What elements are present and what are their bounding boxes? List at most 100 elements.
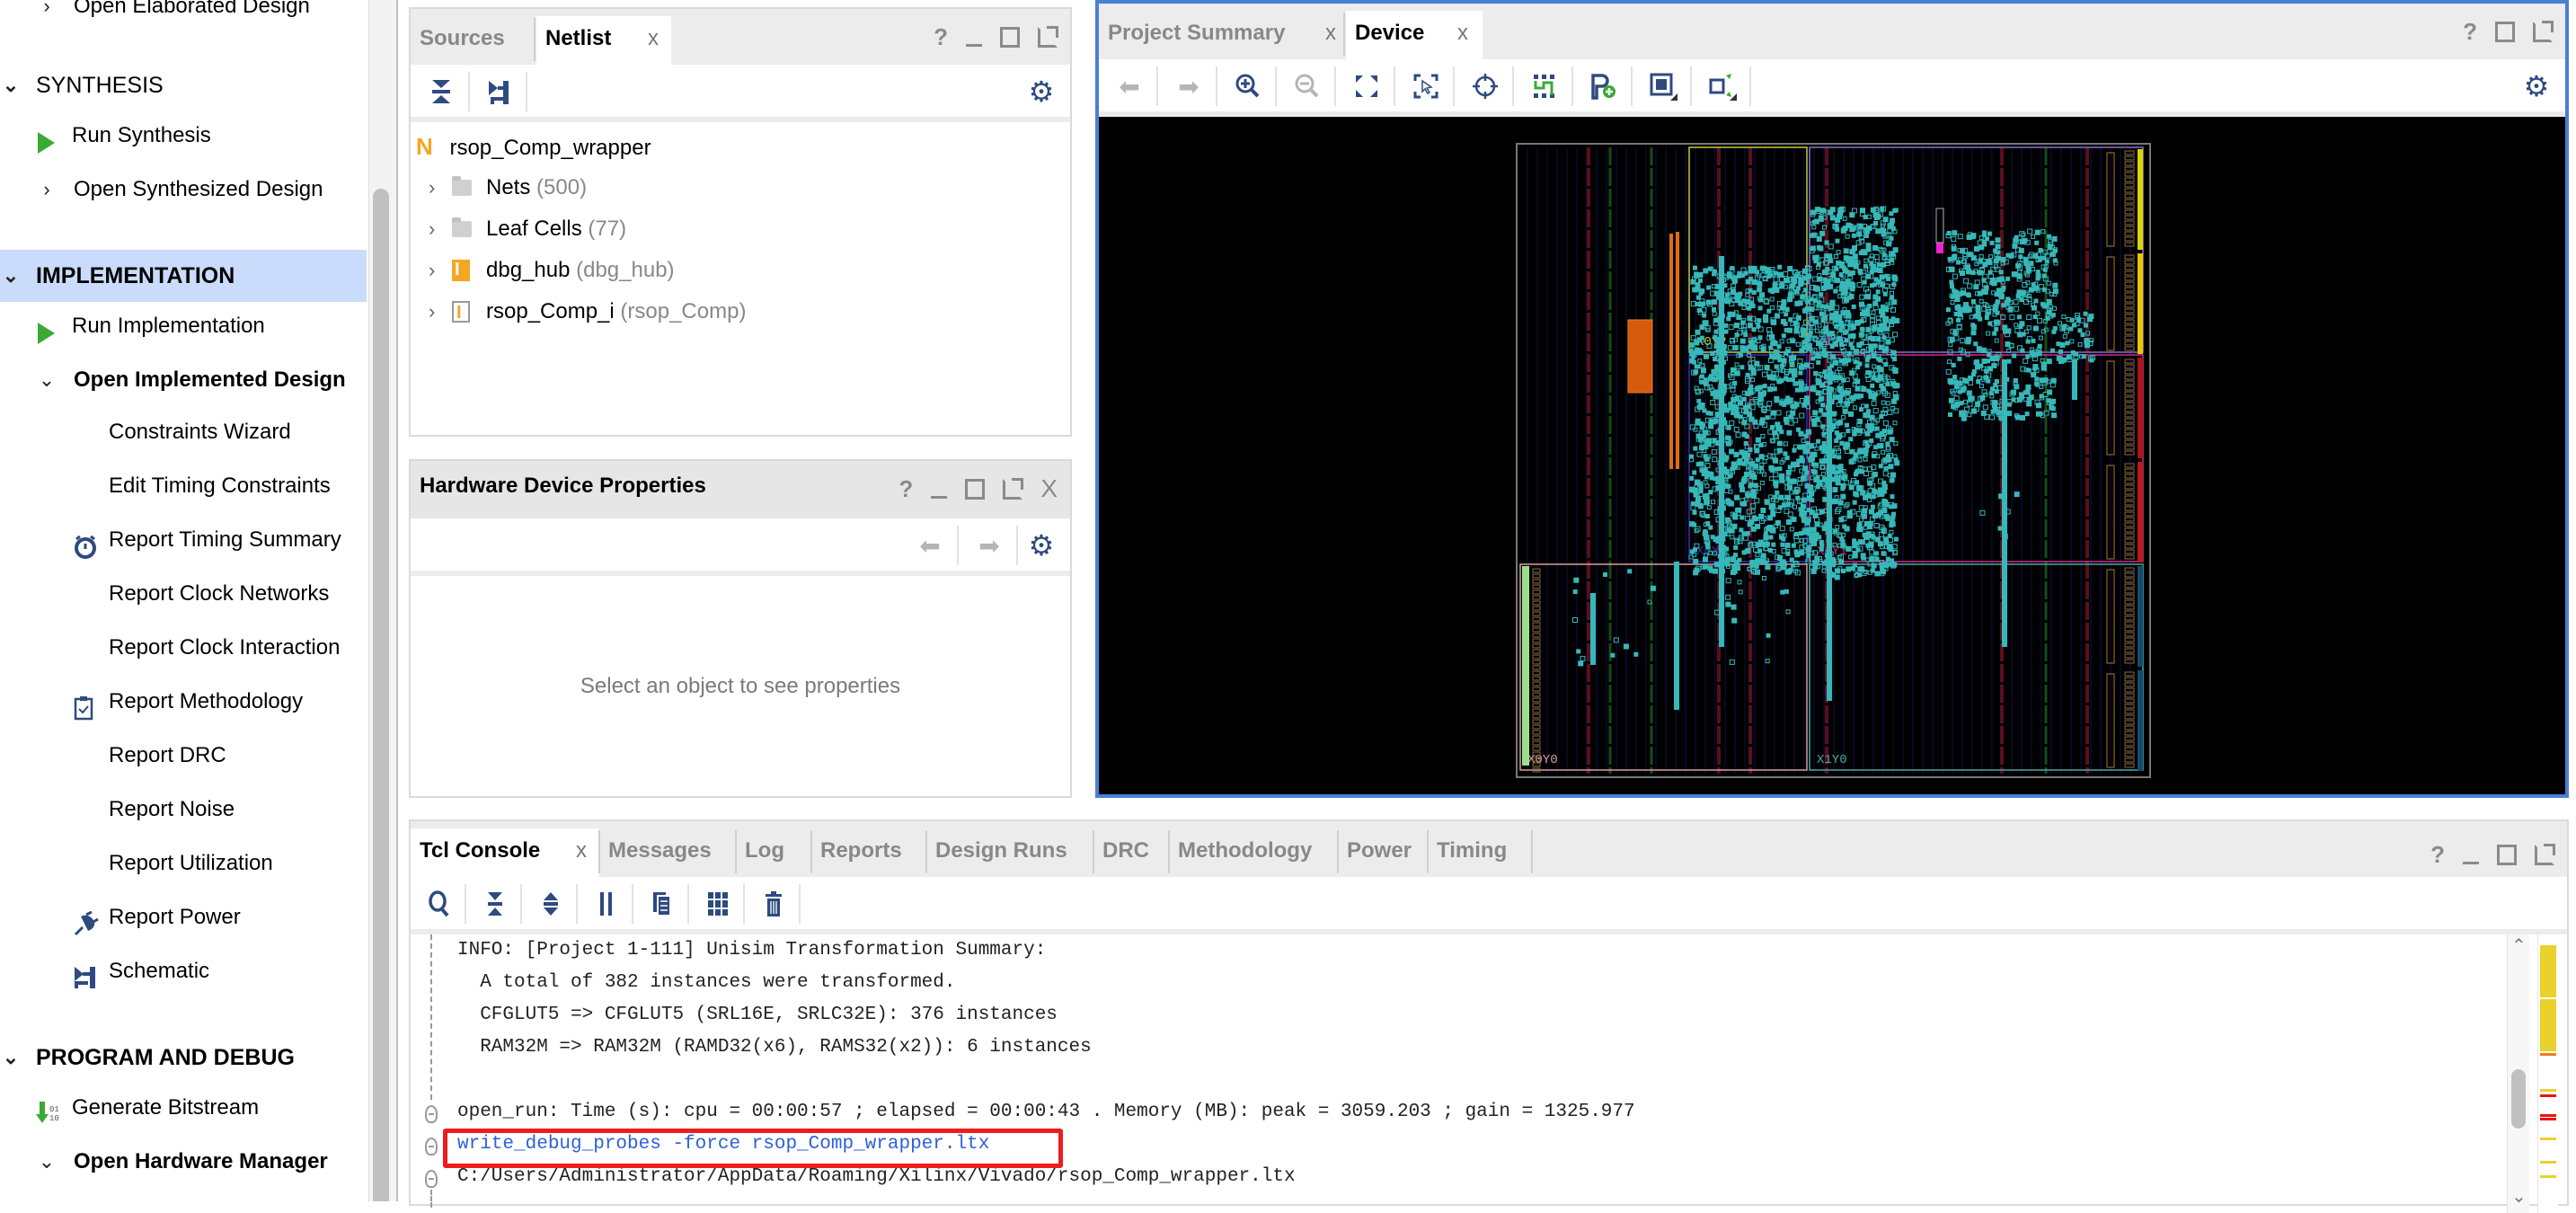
ruler-mark-warning[interactable]	[2540, 945, 2556, 997]
create-pblock-button[interactable]	[1586, 68, 1622, 104]
zoom-selected-button[interactable]	[1408, 68, 1444, 104]
chevron-down-icon[interactable]: ⌄	[38, 354, 56, 406]
expand-all-button[interactable]	[533, 886, 569, 922]
device-floorplan[interactable]: X0Y2X1Y2X0Y1X1Y1X0Y0X1Y0	[1099, 117, 2565, 798]
tab-project-summary[interactable]: Project Summary x	[1099, 11, 1343, 59]
flow-nav-item-open-elaborated-design[interactable]: › Open Elaborated Design	[0, 0, 367, 32]
ruler-mark-warning[interactable]	[2540, 1138, 2556, 1140]
tab-netlist[interactable]: Netlist x	[536, 16, 671, 65]
ruler-mark-warning[interactable]	[2540, 1089, 2556, 1092]
tree-row-dbg-hub[interactable]: › dbg_hub (dbg_hub)	[429, 249, 968, 291]
expand-icon[interactable]: ›	[429, 291, 435, 332]
float-icon[interactable]	[2533, 20, 2554, 42]
flow-nav-item-run-synthesis[interactable]: Run Synthesis	[0, 110, 367, 162]
tab-design-runs[interactable]: Design Runs	[926, 828, 1093, 877]
copy-button[interactable]	[644, 886, 680, 922]
help-icon[interactable]: ?	[2463, 18, 2477, 46]
flow-nav-item-run-implementation[interactable]: Run Implementation	[0, 300, 367, 352]
tab-reports[interactable]: Reports	[811, 828, 926, 877]
forward-button[interactable]: ➡	[971, 527, 1007, 563]
maximize-icon[interactable]	[965, 478, 986, 500]
help-icon[interactable]: ?	[899, 475, 913, 503]
flow-nav-item-report-noise[interactable]: Report Noise	[0, 784, 367, 836]
message-overview-ruler[interactable]	[2537, 934, 2558, 1213]
chevron-down-icon[interactable]: ⌄	[2, 250, 20, 302]
close-icon[interactable]: X	[1040, 474, 1058, 503]
routing-resources-button[interactable]	[1527, 68, 1562, 104]
tab-log[interactable]: Log	[736, 828, 811, 877]
flow-nav-item-generate-bitstream[interactable]: 01 10 Generate Bitstream	[0, 1082, 367, 1134]
maximize-icon[interactable]	[2495, 21, 2515, 42]
flow-nav-item-report-methodology[interactable]: Report Methodology	[0, 676, 367, 728]
maximize-icon[interactable]	[2497, 844, 2517, 865]
ruler-mark-warning[interactable]	[2540, 1175, 2556, 1178]
flow-nav-item-program-and-debug[interactable]: ⌄ PROGRAM AND DEBUG	[0, 1031, 367, 1084]
settings-button[interactable]: ⚙	[1023, 527, 1059, 563]
chevron-right-icon[interactable]: ›	[38, 164, 56, 216]
flow-nav-item-synthesis[interactable]: ⌄ SYNTHESIS	[0, 59, 367, 111]
help-icon[interactable]: ?	[934, 23, 948, 51]
flow-nav-item-open-implemented-design[interactable]: ⌄ Open Implemented Design	[0, 354, 367, 406]
expand-view-button[interactable]	[1704, 68, 1740, 104]
scroll-up-icon[interactable]: ⌃	[2511, 934, 2527, 957]
schematic-button[interactable]	[481, 74, 517, 110]
flow-nav-item-open-hardware-manager[interactable]: ⌄ Open Hardware Manager	[0, 1136, 367, 1188]
tree-row-leaf-cells[interactable]: › Leaf Cells (77)	[429, 208, 968, 250]
float-icon[interactable]	[1038, 25, 1058, 48]
flow-nav-item-schematic[interactable]: Schematic	[0, 945, 367, 997]
tab-device[interactable]: Device x	[1346, 11, 1483, 59]
expand-icon[interactable]: ›	[429, 167, 435, 208]
pause-output-button[interactable]	[589, 886, 624, 922]
collapse-all-button[interactable]	[423, 74, 459, 110]
tab-tcl-console[interactable]: Tcl Console x	[411, 828, 599, 877]
ruler-mark-error[interactable]	[2540, 1114, 2556, 1117]
close-tab-icon[interactable]: x	[576, 828, 587, 873]
scrollbar-thumb[interactable]	[2511, 1069, 2526, 1129]
settings-button[interactable]: ⚙	[2518, 68, 2554, 104]
minimize-icon[interactable]	[966, 43, 982, 47]
help-icon[interactable]: ?	[2430, 841, 2445, 869]
show-columns-button[interactable]	[700, 886, 736, 922]
tab-sources[interactable]: Sources	[411, 16, 529, 65]
zoom-in-button[interactable]	[1230, 68, 1266, 104]
chevron-right-icon[interactable]: ›	[38, 0, 56, 32]
search-button[interactable]	[421, 886, 457, 922]
tab-messages[interactable]: Messages	[599, 828, 736, 877]
tab-timing[interactable]: Timing	[1428, 828, 1532, 877]
flow-navigator-scrollbar[interactable]	[368, 0, 398, 1201]
settings-button[interactable]: ⚙	[1023, 74, 1059, 110]
tab-methodology[interactable]: Methodology	[1169, 828, 1338, 877]
tree-row-nets[interactable]: › Nets (500)	[429, 167, 968, 208]
tree-root[interactable]: N rsop_Comp_wrapper	[416, 126, 651, 167]
scroll-down-icon[interactable]: ⌄	[2511, 1185, 2527, 1208]
zoom-out-button[interactable]	[1289, 68, 1325, 104]
float-icon[interactable]	[2535, 843, 2555, 865]
ruler-mark-critical[interactable]	[2540, 1053, 2556, 1056]
float-icon[interactable]	[1003, 477, 1024, 500]
console-scrollbar[interactable]: ⌃ ⌄	[2507, 934, 2529, 1213]
flow-nav-item-constraints-wizard[interactable]: Constraints Wizard	[0, 406, 367, 458]
close-tab-icon[interactable]: x	[1325, 11, 1336, 56]
flow-nav-item-implementation[interactable]: ⌄ IMPLEMENTATION	[0, 250, 367, 302]
ruler-mark-error[interactable]	[2540, 1094, 2556, 1097]
ruler-mark-warning[interactable]	[2540, 999, 2556, 1051]
device-floorplan-canvas[interactable]: X0Y2X1Y2X0Y1X1Y1X0Y0X1Y0	[1099, 117, 2565, 794]
ruler-mark-warning[interactable]	[2540, 1161, 2556, 1164]
chevron-down-icon[interactable]: ⌄	[2, 1031, 20, 1084]
back-button[interactable]: ⬅	[912, 527, 948, 563]
close-tab-icon[interactable]: x	[648, 16, 659, 61]
minimize-icon[interactable]	[931, 495, 948, 499]
flow-nav-item-report-clock-interaction[interactable]: Report Clock Interaction	[0, 622, 367, 674]
fold-toggle-icon[interactable]	[425, 1138, 438, 1155]
back-button[interactable]: ⬅	[1111, 68, 1147, 104]
flow-nav-item-report-clock-networks[interactable]: Report Clock Networks	[0, 568, 367, 620]
flow-nav-item-edit-timing-constraints[interactable]: Edit Timing Constraints	[0, 460, 367, 512]
flow-nav-item-open-synthesized-design[interactable]: › Open Synthesized Design	[0, 164, 367, 216]
flow-nav-item-report-power[interactable]: Report Power	[0, 891, 367, 943]
expand-icon[interactable]: ›	[429, 208, 435, 250]
flow-nav-item-report-timing-summary[interactable]: Report Timing Summary	[0, 514, 367, 566]
minimize-icon[interactable]	[2463, 861, 2479, 864]
tab-power[interactable]: Power	[1338, 828, 1428, 877]
maximize-icon[interactable]	[1000, 26, 1020, 48]
tab-drc[interactable]: DRC	[1093, 828, 1169, 877]
